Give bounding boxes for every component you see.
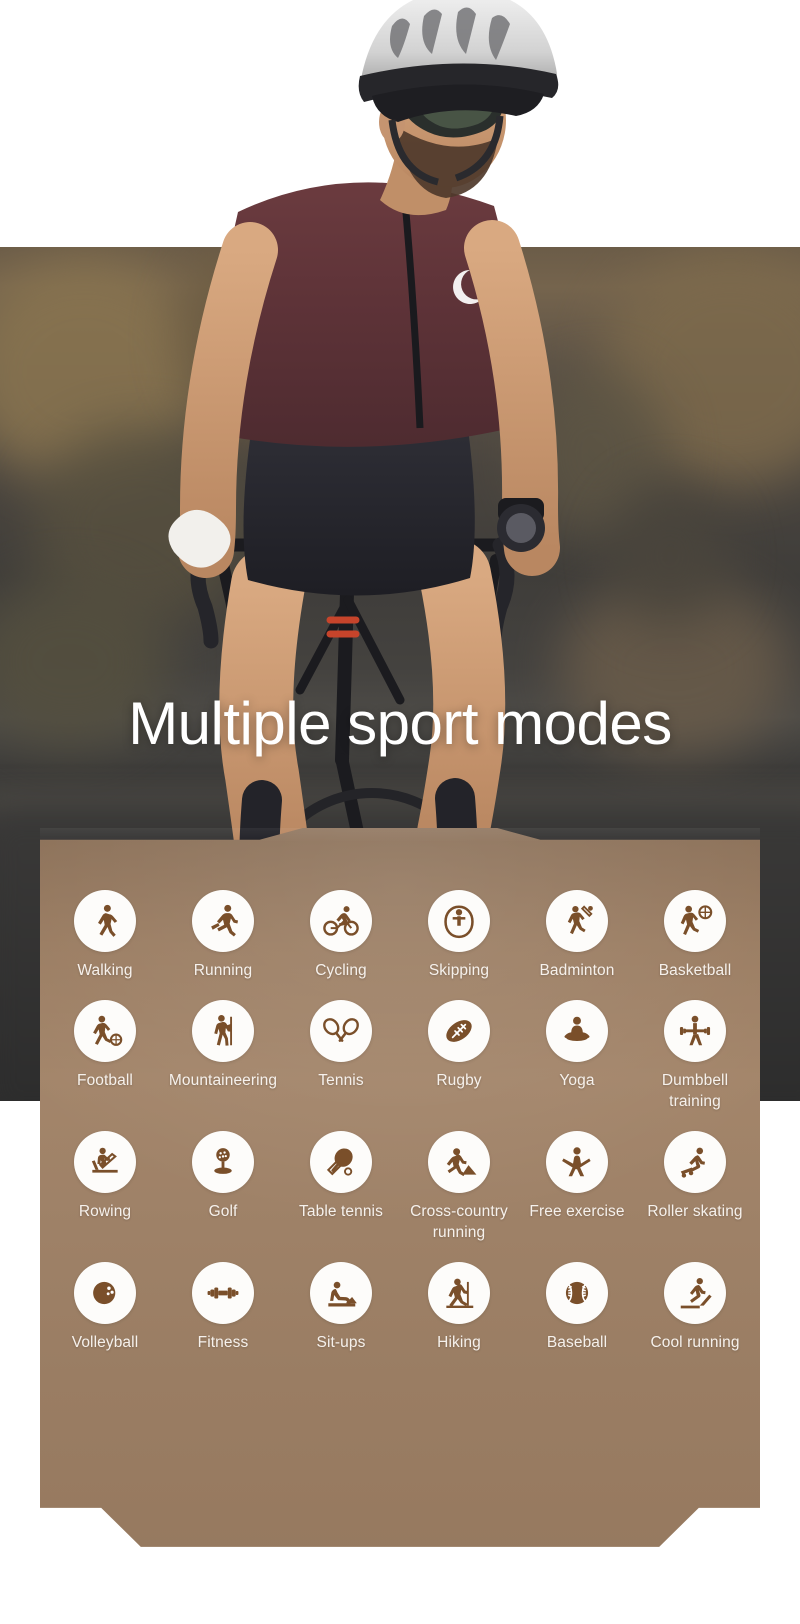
- sport-mode-label: Yoga: [559, 1071, 595, 1089]
- sport-mode-item[interactable]: Baseball: [518, 1261, 636, 1366]
- rugby-icon: [428, 999, 490, 1062]
- free-exercise-icon: [546, 1130, 608, 1193]
- sport-mode-label: Roller skating: [647, 1202, 743, 1220]
- golf-icon: [192, 1130, 254, 1193]
- sport-mode-item[interactable]: Rowing: [46, 1130, 164, 1244]
- sport-mode-item[interactable]: Tennis: [282, 999, 400, 1113]
- sport-mode-item[interactable]: Basketball: [636, 890, 754, 982]
- sport-mode-label: Baseball: [546, 1333, 608, 1351]
- sport-mode-item[interactable]: Volleyball: [46, 1261, 164, 1366]
- baseball-icon: [546, 1261, 608, 1324]
- badminton-icon: [546, 890, 608, 952]
- sport-mode-item[interactable]: Sit-ups: [282, 1261, 400, 1366]
- sport-mode-label: Sit-ups: [316, 1333, 366, 1351]
- running-icon: [192, 890, 254, 952]
- sport-mode-label: Fitness: [197, 1333, 249, 1351]
- sport-mode-label: Running: [193, 962, 253, 979]
- sport-mode-label: Golf: [208, 1202, 238, 1220]
- sport-mode-label: Cool running: [650, 1333, 740, 1351]
- sport-mode-item[interactable]: Golf: [164, 1130, 282, 1244]
- sport-mode-label: Dumbbell training: [661, 1071, 729, 1110]
- sport-mode-label: Tennis: [318, 1071, 364, 1089]
- sport-mode-item[interactable]: Yoga: [518, 999, 636, 1113]
- sport-mode-label: Free exercise: [529, 1202, 625, 1220]
- yoga-icon: [546, 999, 608, 1062]
- sport-mode-label: Basketball: [658, 962, 732, 979]
- sport-mode-item[interactable]: Running: [164, 890, 282, 982]
- sport-mode-label: Rowing: [78, 1202, 132, 1220]
- roller-skating-icon: [664, 1130, 726, 1193]
- cross-country-running-icon: [428, 1130, 490, 1193]
- sport-mode-item[interactable]: Table tennis: [282, 1130, 400, 1244]
- sport-mode-label: Cross-country running: [410, 1202, 508, 1241]
- walking-icon: [74, 890, 136, 952]
- sport-mode-item[interactable]: Skipping: [400, 890, 518, 982]
- sport-mode-item[interactable]: Cycling: [282, 890, 400, 982]
- sport-mode-item[interactable]: Rugby: [400, 999, 518, 1113]
- sport-mode-label: Walking: [77, 962, 133, 979]
- sport-mode-label: Table tennis: [299, 1202, 383, 1220]
- sit-ups-icon: [310, 1261, 372, 1324]
- cool-running-icon: [664, 1261, 726, 1324]
- sport-mode-label: Volleyball: [71, 1333, 139, 1351]
- mountaineering-icon: [192, 999, 254, 1062]
- sport-mode-item[interactable]: Hiking: [400, 1261, 518, 1366]
- fitness-icon: [192, 1261, 254, 1324]
- table-tennis-icon: [310, 1130, 372, 1193]
- sport-mode-item[interactable]: Cross-country running: [400, 1130, 518, 1244]
- sport-modes-panel: Walking Running Cycling Skipping Badminton Ba…: [40, 828, 760, 1563]
- sport-mode-label: Rugby: [436, 1071, 482, 1089]
- sport-mode-item[interactable]: Fitness: [164, 1261, 282, 1366]
- sport-mode-item[interactable]: Roller skating: [636, 1130, 754, 1244]
- basketball-icon: [664, 890, 726, 952]
- sport-mode-item[interactable]: Walking: [46, 890, 164, 982]
- hiking-icon: [428, 1261, 490, 1324]
- sport-mode-label: Cycling: [315, 962, 367, 979]
- dumbbell-training-icon: [664, 999, 726, 1062]
- rowing-icon: [74, 1130, 136, 1193]
- tennis-icon: [310, 999, 372, 1062]
- sport-mode-label: Mountaineering: [168, 1071, 278, 1089]
- product-feature-page: Multiple sport modes Walking Running Cycli…: [0, 0, 800, 1624]
- volleyball-icon: [74, 1261, 136, 1324]
- sport-mode-item[interactable]: Badminton: [518, 890, 636, 982]
- skipping-rope-icon: [428, 890, 490, 952]
- sport-mode-item[interactable]: Mountaineering: [164, 999, 282, 1113]
- cycling-icon: [310, 890, 372, 952]
- sport-mode-item[interactable]: Dumbbell training: [636, 999, 754, 1113]
- sport-mode-label: Badminton: [539, 962, 615, 979]
- sport-mode-item[interactable]: Football: [46, 999, 164, 1113]
- sport-modes-grid: Walking Running Cycling Skipping Badminton Ba…: [40, 890, 760, 1366]
- sport-mode-label: Skipping: [428, 962, 490, 979]
- sport-mode-item[interactable]: Cool running: [636, 1261, 754, 1366]
- sport-mode-label: Hiking: [437, 1333, 481, 1351]
- page-title: Multiple sport modes: [128, 690, 672, 757]
- sport-mode-item[interactable]: Free exercise: [518, 1130, 636, 1244]
- background-blur-8: [610, 487, 730, 627]
- sport-mode-label: Football: [77, 1071, 133, 1089]
- football-icon: [74, 999, 136, 1062]
